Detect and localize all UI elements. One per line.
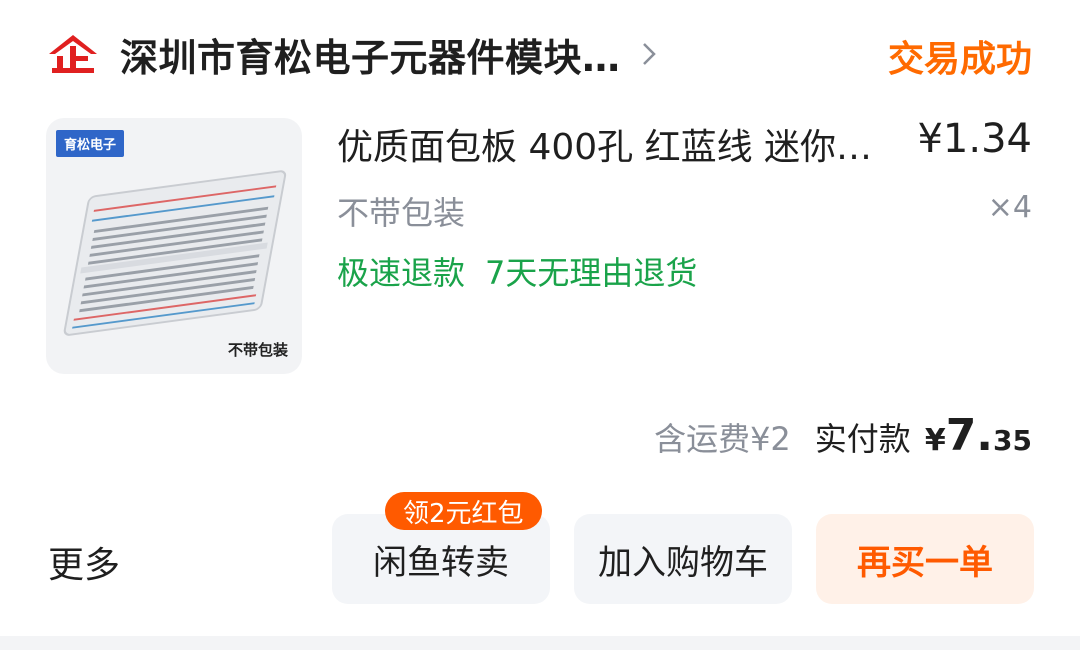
shop-header[interactable]: 深圳市育松电子元器件模块… — [46, 28, 659, 80]
breadboard-illustration — [63, 170, 287, 336]
service-tags: 极速退款 7天无理由退货 — [337, 248, 697, 294]
more-button[interactable]: 更多 — [48, 536, 120, 588]
chevron-right-icon — [639, 39, 659, 69]
section-divider — [0, 636, 1080, 650]
paid-label: 实付款 — [814, 420, 911, 458]
product-quantity: ×4 — [987, 190, 1032, 225]
tag-fast-refund: 极速退款 — [337, 254, 466, 292]
shop-name[interactable]: 深圳市育松电子元器件模块… — [120, 27, 621, 82]
tag-7day-return: 7天无理由退货 — [485, 254, 698, 292]
buy-again-button[interactable]: 再买一单 — [816, 514, 1034, 604]
product-image[interactable]: 育松电子 不带包装 — [46, 118, 302, 374]
red-packet-badge: 领2元红包 — [385, 492, 542, 530]
order-status: 交易成功 — [887, 39, 1032, 80]
product-image-caption: 不带包装 — [227, 341, 288, 359]
shipping-fee: 含运费¥2 — [654, 420, 791, 458]
enterprise-icon — [46, 32, 100, 76]
product-price: ¥1.34 — [917, 116, 1032, 162]
order-card: 深圳市育松电子元器件模块… 交易成功 育松电子 不带包装 优质面包板 400孔 … — [0, 0, 1080, 636]
add-to-cart-button[interactable]: 加入购物车 — [574, 514, 792, 604]
order-totals: 含运费¥2 实付款 ¥ 7. 35 — [654, 410, 1032, 461]
paid-amount-decimal: 35 — [993, 424, 1032, 457]
paid-amount-integer: 7. — [945, 410, 994, 461]
product-title[interactable]: 优质面包板 400孔 红蓝线 迷你… — [337, 118, 882, 170]
product-sku: 不带包装 — [337, 194, 466, 232]
paid-currency: ¥ — [924, 423, 946, 458]
